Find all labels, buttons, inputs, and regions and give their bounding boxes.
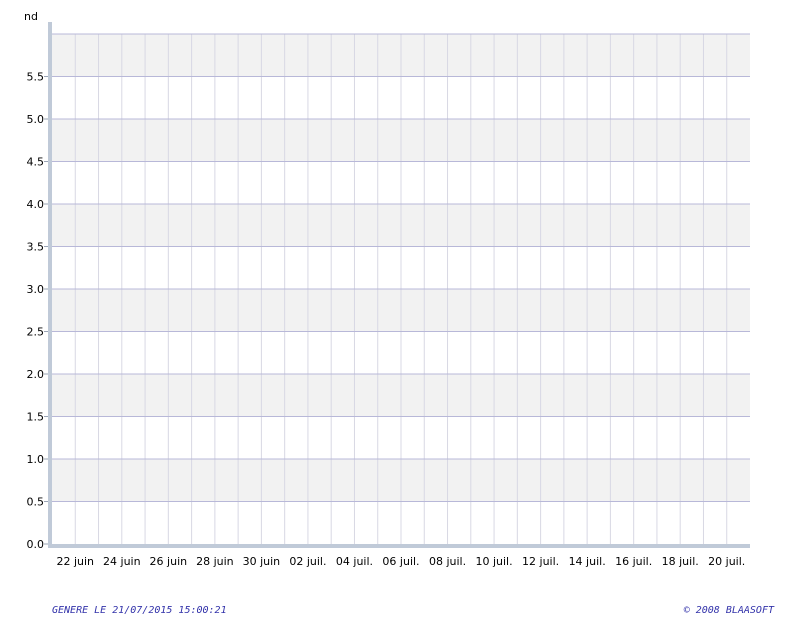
- y-axis-unit-label: nd: [24, 10, 38, 23]
- y-tick-label: 1.5: [27, 411, 45, 424]
- chart: 0.0 0.5 1.0 1.5 2.0 2.5 3.0 3.5 4.0 4.5 5.0 5.5 22 …: [24, 10, 750, 568]
- x-tick-label: 20 juil.: [708, 555, 745, 568]
- x-tick-label: 28 juin: [196, 555, 234, 568]
- y-tick-label: 1.0: [27, 453, 45, 466]
- x-tick-label: 18 juil.: [662, 555, 699, 568]
- x-tick-label: 16 juil.: [615, 555, 652, 568]
- x-tick-label: 08 juil.: [429, 555, 466, 568]
- y-tick-label: 0.5: [27, 496, 45, 509]
- y-axis-line: [48, 22, 52, 548]
- x-tick-labels: 22 juin 24 juin 26 juin 28 juin 30 juin 02 ju…: [56, 555, 745, 568]
- x-tick-label: 30 juin: [243, 555, 281, 568]
- y-tick-label: 4.0: [27, 198, 45, 211]
- y-tick-label: 2.0: [27, 368, 45, 381]
- y-tick-label: 3.0: [27, 283, 45, 296]
- y-tick-label: 2.5: [27, 326, 45, 339]
- x-tick-label: 14 juil.: [569, 555, 606, 568]
- x-tick-label: 06 juil.: [382, 555, 419, 568]
- x-tick-label: 02 juil.: [289, 555, 326, 568]
- x-tick-label: 04 juil.: [336, 555, 373, 568]
- x-tick-label: 10 juil.: [475, 555, 512, 568]
- generated-timestamp: GENERE LE 21/07/2015 15:00:21: [52, 605, 227, 616]
- x-tick-label: 26 juin: [150, 555, 188, 568]
- x-tick-label: 22 juin: [56, 555, 94, 568]
- y-tick-label: 5.5: [27, 71, 45, 84]
- y-tick-label: 0.0: [27, 538, 45, 551]
- x-tick-label: 24 juin: [103, 555, 141, 568]
- copyright-notice: © 2008 BLAASOFT: [683, 605, 774, 616]
- y-tick-label: 3.5: [27, 241, 45, 254]
- x-tick-label: 12 juil.: [522, 555, 559, 568]
- y-tick-label: 5.0: [27, 113, 45, 126]
- x-axis-line: [48, 544, 750, 548]
- y-tick-label: 4.5: [27, 156, 45, 169]
- y-tick-labels: 0.0 0.5 1.0 1.5 2.0 2.5 3.0 3.5 4.0 4.5 5.0 5.5: [27, 71, 48, 551]
